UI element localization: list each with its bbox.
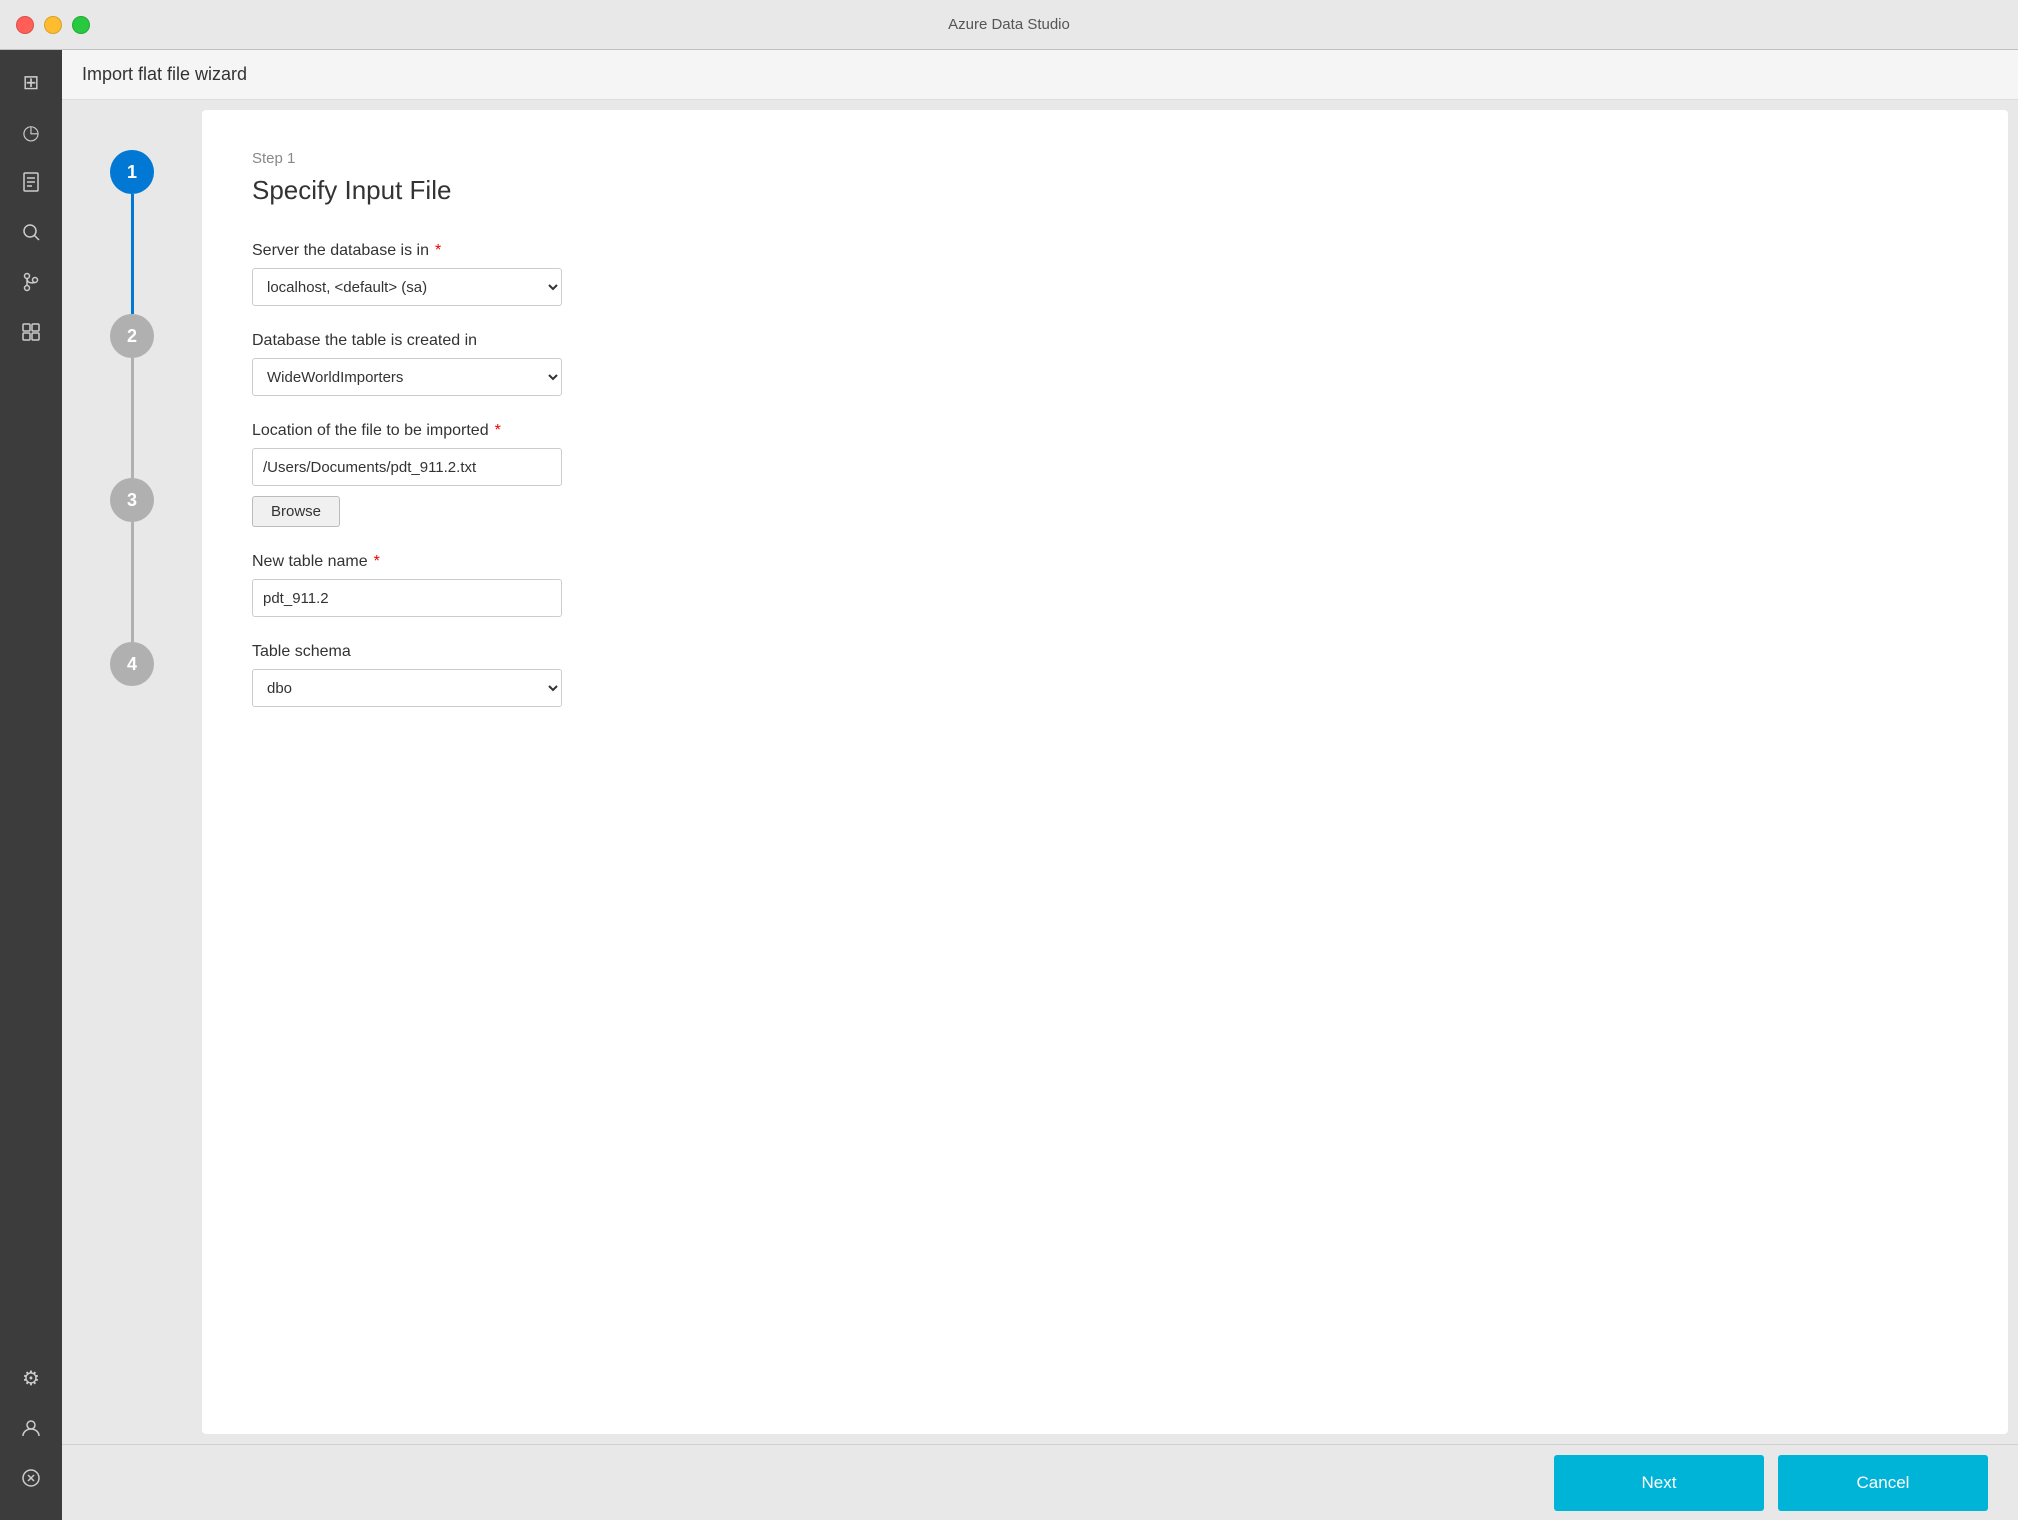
- step-3-circle[interactable]: 3: [110, 478, 154, 522]
- error-icon[interactable]: [9, 1456, 53, 1500]
- clock-icon[interactable]: ◷: [9, 110, 53, 154]
- step-1-line: [131, 194, 134, 314]
- table-schema-group: Table schema dbo: [252, 643, 1958, 707]
- file-location-required: *: [495, 422, 501, 440]
- new-table-name-required: *: [374, 553, 380, 571]
- file-icon[interactable]: [9, 160, 53, 204]
- database-label: Database the table is created in: [252, 332, 1958, 350]
- step-label: Step 1: [252, 150, 1958, 167]
- step-3: 3: [110, 478, 154, 642]
- file-location-label: Location of the file to be imported *: [252, 422, 1958, 440]
- file-location-group: Location of the file to be imported * Br…: [252, 422, 1958, 527]
- close-button[interactable]: [16, 16, 34, 34]
- step-2-circle[interactable]: 2: [110, 314, 154, 358]
- new-table-name-group: New table name *: [252, 553, 1958, 617]
- database-select[interactable]: WideWorldImporters: [252, 358, 562, 396]
- footer: Next Cancel: [62, 1444, 2018, 1520]
- new-table-name-label: New table name *: [252, 553, 1958, 571]
- step-1-circle[interactable]: 1: [110, 150, 154, 194]
- browse-button[interactable]: Browse: [252, 496, 340, 527]
- search-icon[interactable]: [9, 210, 53, 254]
- sidebar: ⊞ ◷: [0, 50, 62, 1520]
- steps-panel: 1 2 3 4: [62, 100, 202, 1444]
- settings-icon[interactable]: ⚙: [9, 1356, 53, 1400]
- cancel-button[interactable]: Cancel: [1778, 1455, 1988, 1511]
- server-select[interactable]: localhost, <default> (sa): [252, 268, 562, 306]
- source-control-icon[interactable]: [9, 260, 53, 304]
- step-2: 2: [110, 314, 154, 478]
- step-4-circle[interactable]: 4: [110, 642, 154, 686]
- title-bar: Azure Data Studio: [0, 0, 2018, 50]
- dashboard-icon[interactable]: ⊞: [9, 60, 53, 104]
- extensions-icon[interactable]: [9, 310, 53, 354]
- database-group: Database the table is created in WideWor…: [252, 332, 1958, 396]
- new-table-name-input[interactable]: [252, 579, 562, 617]
- server-label: Server the database is in *: [252, 242, 1958, 260]
- step-title: Specify Input File: [252, 175, 1958, 206]
- app-header: Import flat file wizard: [62, 50, 2018, 100]
- maximize-button[interactable]: [72, 16, 90, 34]
- table-schema-label: Table schema: [252, 643, 1958, 661]
- table-schema-select[interactable]: dbo: [252, 669, 562, 707]
- server-group: Server the database is in * localhost, <…: [252, 242, 1958, 306]
- server-required: *: [435, 242, 441, 260]
- step-3-line: [131, 522, 134, 642]
- account-icon[interactable]: [9, 1406, 53, 1450]
- window-controls: [16, 16, 90, 34]
- next-button[interactable]: Next: [1554, 1455, 1764, 1511]
- step-4: 4: [110, 642, 154, 686]
- step-2-line: [131, 358, 134, 478]
- file-location-input[interactable]: [252, 448, 562, 486]
- minimize-button[interactable]: [44, 16, 62, 34]
- app-title: Import flat file wizard: [82, 64, 247, 84]
- window-title: Azure Data Studio: [948, 16, 1070, 33]
- form-panel: Step 1 Specify Input File Server the dat…: [202, 110, 2008, 1434]
- step-1: 1: [110, 150, 154, 314]
